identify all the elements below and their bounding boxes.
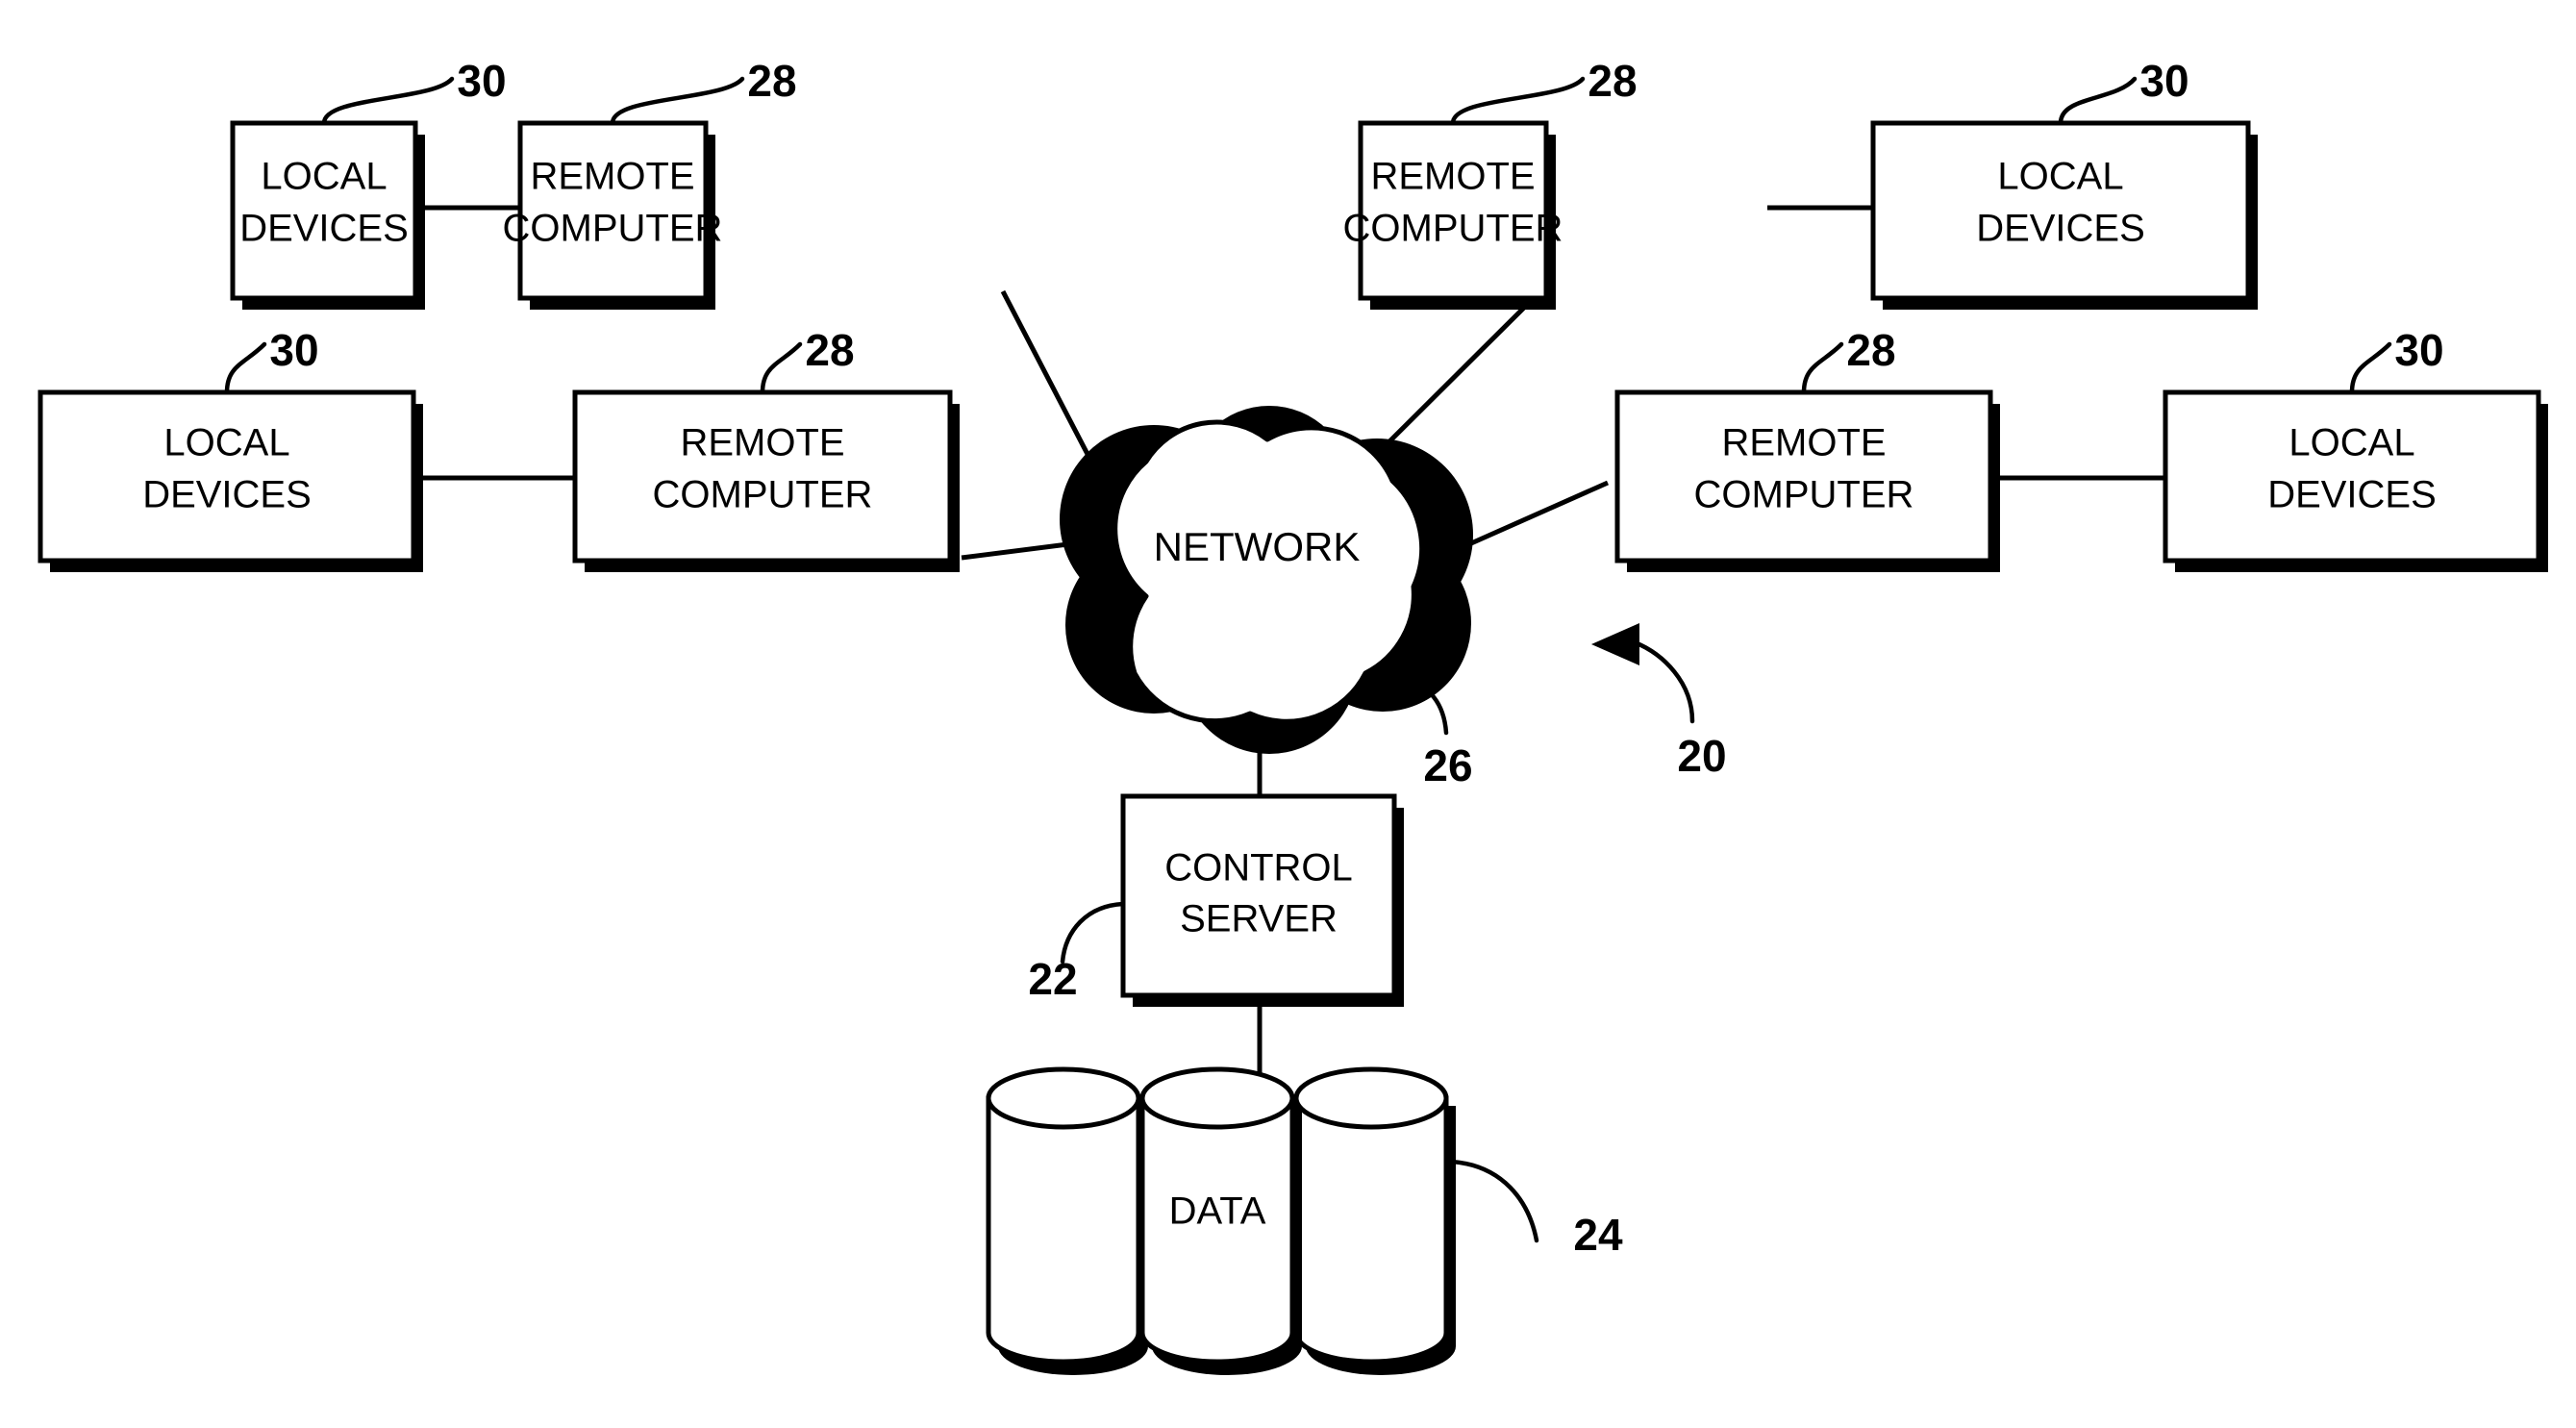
node-label-line1: CONTROL xyxy=(1164,847,1353,889)
node-data-store[interactable]: DATA 24 xyxy=(986,1066,1623,1375)
reference-numeral-22: 22 xyxy=(1028,954,1077,1004)
node-label-line2: COMPUTER xyxy=(1694,474,1914,516)
reference-numeral-28: 28 xyxy=(1846,325,1895,375)
lead-line-28 xyxy=(1801,341,1844,395)
node-mid-right-remote-computer[interactable]: REMOTE COMPUTER 28 xyxy=(1614,325,2000,572)
reference-numeral-28: 28 xyxy=(805,325,854,375)
data-store-label: DATA xyxy=(1169,1190,1266,1233)
node-label-line2: COMPUTER xyxy=(653,474,873,516)
data-cylinder-left xyxy=(986,1066,1148,1375)
lead-line-30 xyxy=(2349,341,2392,395)
lead-line-30 xyxy=(321,76,455,126)
lead-line-30 xyxy=(2058,76,2138,126)
node-mid-left-local-devices[interactable]: LOCAL DEVICES 30 xyxy=(38,325,423,572)
node-label-line1: LOCAL xyxy=(261,156,387,198)
network-diagram-canvas: LOCAL DEVICES 30 REMOTE COMPUTER 28 REMO… xyxy=(38,56,2548,1375)
node-label-line1: REMOTE xyxy=(1721,422,1886,464)
lead-line-22 xyxy=(1060,901,1126,965)
system-callout-20: 20 xyxy=(1591,623,1727,781)
node-top-right-local-devices[interactable]: LOCAL DEVICES 30 xyxy=(1870,56,2258,310)
box-outline xyxy=(1120,793,1397,998)
node-label-line2: COMPUTER xyxy=(1343,208,1563,250)
cylinder-body xyxy=(986,1095,1141,1365)
node-label-line1: LOCAL xyxy=(1997,156,2123,198)
node-label-line2: DEVICES xyxy=(1976,208,2145,250)
node-label-line1: REMOTE xyxy=(530,156,694,198)
node-label-line2: COMPUTER xyxy=(503,208,723,250)
reference-numeral-28: 28 xyxy=(747,56,796,106)
node-top-left-local-devices[interactable]: LOCAL DEVICES 30 xyxy=(230,56,507,310)
node-top-left-remote-computer[interactable]: REMOTE COMPUTER 28 xyxy=(503,56,797,310)
reference-numeral-30: 30 xyxy=(269,325,318,375)
node-network-cloud[interactable]: NETWORK 26 xyxy=(1060,406,1473,790)
lead-line-28 xyxy=(1450,76,1586,126)
node-top-right-remote-computer[interactable]: REMOTE COMPUTER 28 xyxy=(1343,56,1638,310)
node-mid-right-local-devices[interactable]: LOCAL DEVICES 30 xyxy=(2163,325,2548,572)
node-label-line2: DEVICES xyxy=(2267,474,2437,516)
lead-line-24 xyxy=(1449,1159,1539,1243)
node-label-line2: DEVICES xyxy=(239,208,409,250)
node-mid-left-remote-computer[interactable]: REMOTE COMPUTER 28 xyxy=(572,325,960,572)
lead-line-28 xyxy=(760,341,803,395)
arrowhead-icon xyxy=(1591,623,1639,665)
reference-numeral-24: 24 xyxy=(1573,1210,1623,1260)
cylinder-top xyxy=(986,1066,1141,1130)
lead-line-20 xyxy=(1632,639,1695,724)
node-label-line1: LOCAL xyxy=(2288,422,2414,464)
lead-line-28 xyxy=(610,76,745,126)
data-cylinder-right xyxy=(1293,1066,1456,1375)
node-label-line1: REMOTE xyxy=(680,422,844,464)
reference-numeral-20: 20 xyxy=(1677,731,1726,781)
patent-figure: LOCAL DEVICES 30 REMOTE COMPUTER 28 REMO… xyxy=(0,0,2576,1428)
cylinder-top xyxy=(1293,1066,1449,1130)
cylinder-top xyxy=(1139,1066,1295,1130)
cloud-label: NETWORK xyxy=(1154,524,1361,569)
reference-numeral-30: 30 xyxy=(2394,325,2443,375)
link-mid-right-remote-to-network xyxy=(1469,480,1610,546)
node-control-server[interactable]: CONTROL SERVER 22 xyxy=(1028,793,1404,1007)
node-label-line2: DEVICES xyxy=(142,474,312,516)
reference-numeral-26: 26 xyxy=(1423,740,1472,790)
node-label-line1: REMOTE xyxy=(1370,156,1535,198)
data-cylinder-middle: DATA xyxy=(1139,1066,1302,1375)
lead-line-30 xyxy=(224,341,267,395)
cylinder-body xyxy=(1293,1095,1449,1365)
node-label-line1: LOCAL xyxy=(163,422,289,464)
reference-numeral-28: 28 xyxy=(1588,56,1637,106)
node-label-line2: SERVER xyxy=(1180,898,1338,940)
reference-numeral-30: 30 xyxy=(457,56,506,106)
reference-numeral-30: 30 xyxy=(2139,56,2188,106)
